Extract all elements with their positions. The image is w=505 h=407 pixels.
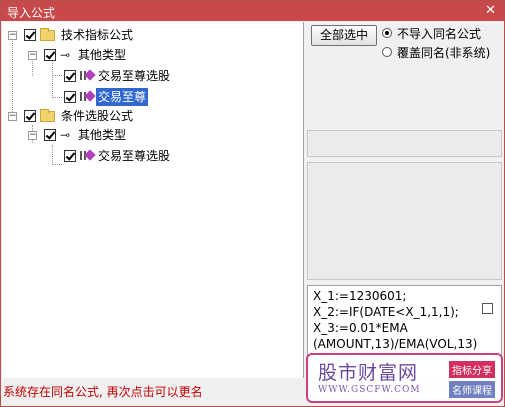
status-message: 系统存在同名公式, 再次点击可以更名 — [3, 385, 203, 399]
info-field — [307, 130, 502, 157]
radio-skip-duplicates-label[interactable]: 不导入同名公式 — [397, 25, 481, 42]
collapse-icon[interactable]: − — [28, 51, 37, 60]
title-bar: 导入公式 ✕ — [1, 1, 504, 21]
collapse-icon[interactable]: − — [8, 31, 17, 40]
type-label: 其他类型 — [78, 48, 127, 62]
radio-overwrite[interactable] — [382, 47, 392, 57]
code-line: X_2:=IF(DATE<X_1,1,1); — [313, 305, 459, 319]
watermark-url: WWW.GSCFW.COM — [318, 385, 421, 395]
tree-node-formula[interactable]: 交易至尊选股 — [2, 67, 302, 85]
tree-node-group[interactable]: − 条件选股公式 — [2, 107, 302, 125]
watermark-brand: 股市财富网 — [318, 362, 419, 384]
close-icon[interactable]: ✕ — [485, 3, 496, 18]
tree-node-type[interactable]: − ⊸ 其他类型 — [2, 126, 302, 144]
formula-checkbox[interactable] — [64, 150, 76, 162]
formula-label: 交易至尊 — [96, 88, 149, 106]
type-checkbox[interactable] — [44, 49, 56, 61]
description-area — [307, 162, 502, 280]
group-checkbox[interactable] — [24, 29, 36, 41]
formula-checkbox[interactable] — [64, 70, 76, 82]
collapse-icon[interactable]: − — [28, 131, 37, 140]
code-line: (AMOUNT,13)/EMA(VOL,13) — [313, 337, 478, 351]
select-all-button[interactable]: 全部选中 — [311, 25, 377, 46]
code-line: X_1:=1230601; — [313, 289, 407, 303]
group-label: 条件选股公式 — [61, 109, 134, 123]
tree-node-group[interactable]: − 技术指标公式 — [2, 26, 302, 44]
code-line: X_3:=0.01*EMA — [313, 321, 408, 335]
formula-label: 交易至尊选股 — [98, 149, 171, 163]
options-panel: 全部选中 不导入同名公式 覆盖同名(非系统) X_1:=1230601; X_2… — [305, 22, 505, 378]
type-label: 其他类型 — [78, 128, 127, 142]
import-formula-dialog: 导入公式 ✕ − 技术指标公式 − ⊸ 其他类型 交易至尊选股 交易至尊 − 条… — [0, 0, 505, 407]
folder-icon — [40, 109, 55, 122]
type-checkbox[interactable] — [44, 129, 56, 141]
group-checkbox[interactable] — [24, 110, 36, 122]
watermark-tag-share: 指标分享 — [449, 361, 495, 378]
tree-node-type[interactable]: − ⊸ 其他类型 — [2, 46, 302, 64]
key-icon: ⊸ — [60, 48, 71, 62]
radio-skip-duplicates[interactable] — [382, 28, 392, 38]
collapse-icon[interactable]: − — [8, 112, 17, 121]
code-checkbox[interactable] — [482, 303, 493, 314]
code-text: X_1:=1230601; X_2:=IF(DATE<X_1,1,1); X_3… — [313, 288, 477, 352]
tree-node-formula[interactable]: 交易至尊选股 — [2, 147, 302, 165]
dialog-title: 导入公式 — [7, 6, 56, 20]
watermark-tag-course: 名师课程 — [449, 381, 495, 398]
formula-checkbox[interactable] — [64, 91, 76, 103]
group-label: 技术指标公式 — [61, 28, 134, 42]
key-icon: ⊸ — [60, 128, 71, 142]
tree-node-formula-selected[interactable]: 交易至尊 — [2, 88, 302, 106]
watermark-logo: 股市财富网 WWW.GSCFW.COM 指标分享 名师课程 — [306, 353, 503, 403]
folder-icon — [40, 28, 55, 41]
formula-label: 交易至尊选股 — [98, 69, 171, 83]
formula-tree: − 技术指标公式 − ⊸ 其他类型 交易至尊选股 交易至尊 − 条件选股公式 −… — [2, 22, 304, 378]
radio-overwrite-label[interactable]: 覆盖同名(非系统) — [397, 44, 490, 61]
